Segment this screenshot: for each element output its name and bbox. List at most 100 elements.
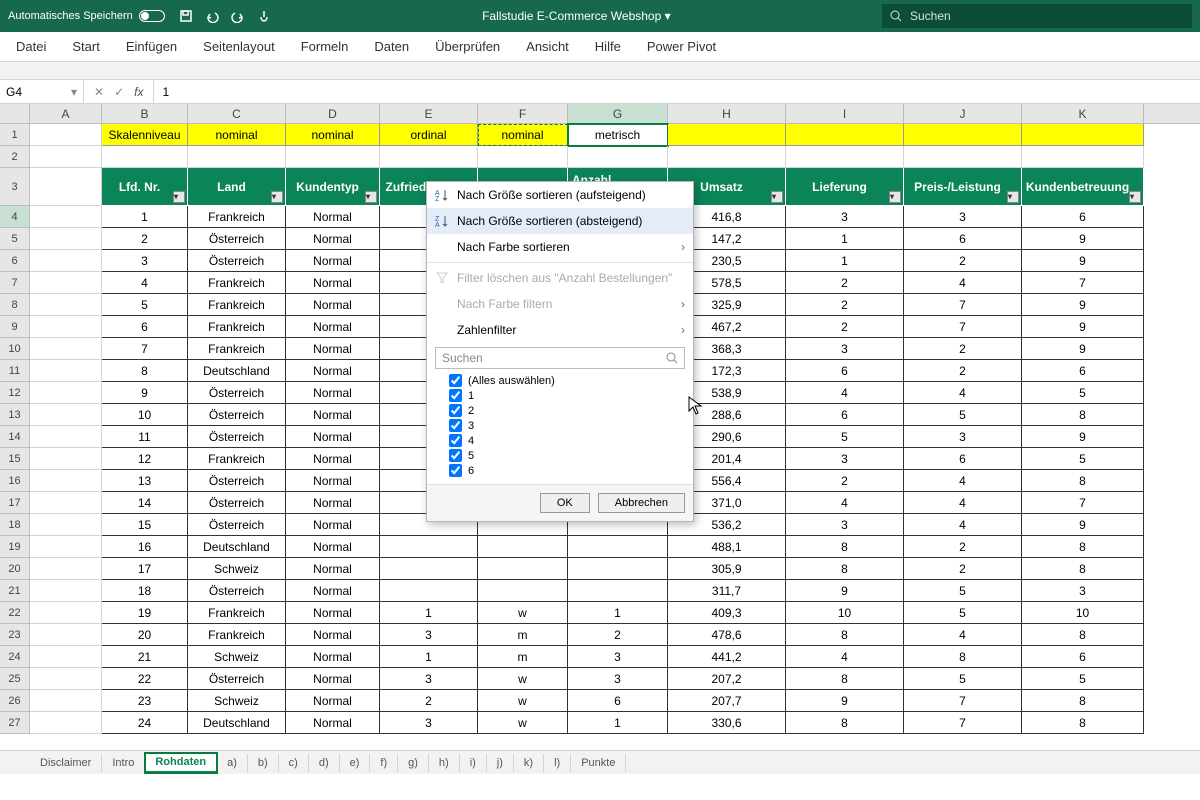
sort-descending[interactable]: ZA Nach Größe sortieren (absteigend) (427, 208, 693, 234)
cell[interactable]: 12 (102, 448, 188, 470)
cell[interactable]: 2 (786, 272, 904, 294)
cell[interactable]: Österreich (188, 470, 286, 492)
row-header[interactable]: 8 (0, 294, 30, 316)
cell[interactable] (30, 316, 102, 338)
cell[interactable]: Normal (286, 602, 380, 624)
cell[interactable]: 9 (786, 690, 904, 712)
cell[interactable]: 4 (904, 470, 1022, 492)
cell[interactable] (30, 580, 102, 602)
cell[interactable]: 2 (380, 690, 478, 712)
cell[interactable]: 6 (1022, 206, 1144, 228)
row-header[interactable]: 13 (0, 404, 30, 426)
sheet-tab[interactable]: g) (398, 754, 429, 772)
cell[interactable]: 8 (786, 712, 904, 734)
cell[interactable]: 18 (102, 580, 188, 602)
cell[interactable]: Österreich (188, 250, 286, 272)
filter-option[interactable]: 3 (449, 418, 685, 433)
cell[interactable]: Österreich (188, 228, 286, 250)
cell[interactable]: Schweiz (188, 646, 286, 668)
cell[interactable]: 7 (904, 712, 1022, 734)
cell[interactable] (380, 536, 478, 558)
cell[interactable]: 4 (102, 272, 188, 294)
cell[interactable]: Normal (286, 690, 380, 712)
cell[interactable]: 6 (786, 404, 904, 426)
spreadsheet-grid[interactable]: ABCDEFGHIJK 1Skalenniveaunominalnominalo… (0, 104, 1200, 774)
cell[interactable]: 1 (786, 228, 904, 250)
redo-icon[interactable] (231, 9, 245, 23)
cell[interactable]: Deutschland (188, 536, 286, 558)
cell[interactable] (102, 146, 188, 168)
cell[interactable]: w (478, 668, 568, 690)
ribbon-tab[interactable]: Seitenlayout (193, 35, 285, 58)
cell[interactable]: Österreich (188, 514, 286, 536)
cell[interactable]: 9 (1022, 426, 1144, 448)
cell[interactable]: 3 (1022, 580, 1144, 602)
ribbon-tab[interactable]: Formeln (291, 35, 359, 58)
cell[interactable]: Österreich (188, 404, 286, 426)
sheet-tab[interactable]: Intro (102, 754, 145, 772)
cell[interactable]: 6 (568, 690, 668, 712)
filter-button[interactable]: ▾ (173, 191, 185, 203)
cell[interactable]: 9 (1022, 294, 1144, 316)
sheet-tab[interactable]: h) (429, 754, 460, 772)
cell[interactable]: Frankreich (188, 316, 286, 338)
cell[interactable] (30, 624, 102, 646)
row-header[interactable]: 17 (0, 492, 30, 514)
sort-by-color[interactable]: Nach Farbe sortieren› (427, 234, 693, 260)
sheet-tab[interactable]: c) (279, 754, 309, 772)
save-icon[interactable] (179, 9, 193, 23)
cell[interactable]: 3 (786, 448, 904, 470)
ribbon-tab[interactable]: Power Pivot (637, 35, 726, 58)
cell[interactable]: 1 (380, 646, 478, 668)
cell[interactable] (478, 580, 568, 602)
cell[interactable]: 7 (1022, 492, 1144, 514)
cell[interactable]: 2 (568, 624, 668, 646)
filter-option[interactable]: 6 (449, 463, 685, 478)
table-header[interactable]: Lfd. Nr.▾ (102, 168, 188, 206)
cell[interactable]: 3 (380, 668, 478, 690)
ribbon-tab[interactable]: Hilfe (585, 35, 631, 58)
cell[interactable] (786, 146, 904, 168)
cell[interactable]: Normal (286, 250, 380, 272)
row-header[interactable]: 9 (0, 316, 30, 338)
cell[interactable]: Österreich (188, 492, 286, 514)
cell[interactable]: Normal (286, 492, 380, 514)
cell[interactable]: 7 (904, 690, 1022, 712)
cell[interactable]: 3 (568, 646, 668, 668)
cell[interactable] (30, 404, 102, 426)
sheet-tab[interactable]: Punkte (571, 754, 626, 772)
cell[interactable] (30, 514, 102, 536)
filter-option[interactable]: 1 (449, 388, 685, 403)
row-header[interactable]: 18 (0, 514, 30, 536)
cell[interactable]: Deutschland (188, 712, 286, 734)
cell[interactable]: 6 (904, 448, 1022, 470)
sheet-tab[interactable]: Rohdaten (145, 753, 217, 773)
cell[interactable]: 22 (102, 668, 188, 690)
cell[interactable] (30, 668, 102, 690)
cell[interactable]: 6 (904, 228, 1022, 250)
cell[interactable]: 8 (1022, 558, 1144, 580)
cell[interactable] (1022, 146, 1144, 168)
filter-option[interactable]: 5 (449, 448, 685, 463)
undo-icon[interactable] (205, 9, 219, 23)
cancel-icon[interactable]: ✕ (94, 85, 104, 99)
row-header[interactable]: 2 (0, 146, 30, 168)
cell[interactable]: Österreich (188, 426, 286, 448)
cell[interactable]: 8 (1022, 624, 1144, 646)
cell[interactable]: 305,9 (668, 558, 786, 580)
cell[interactable]: 5 (904, 404, 1022, 426)
cell[interactable]: 9 (102, 382, 188, 404)
cell[interactable]: 7 (1022, 272, 1144, 294)
cell[interactable] (478, 536, 568, 558)
cell[interactable]: m (478, 646, 568, 668)
cell[interactable]: 24 (102, 712, 188, 734)
cell[interactable] (1022, 124, 1144, 146)
cell[interactable] (30, 536, 102, 558)
cell[interactable]: Österreich (188, 382, 286, 404)
cell[interactable]: Normal (286, 536, 380, 558)
cell[interactable]: 5 (102, 294, 188, 316)
cell[interactable]: 6 (1022, 646, 1144, 668)
cell[interactable]: Normal (286, 404, 380, 426)
cell[interactable] (30, 382, 102, 404)
cell[interactable]: 8 (904, 646, 1022, 668)
